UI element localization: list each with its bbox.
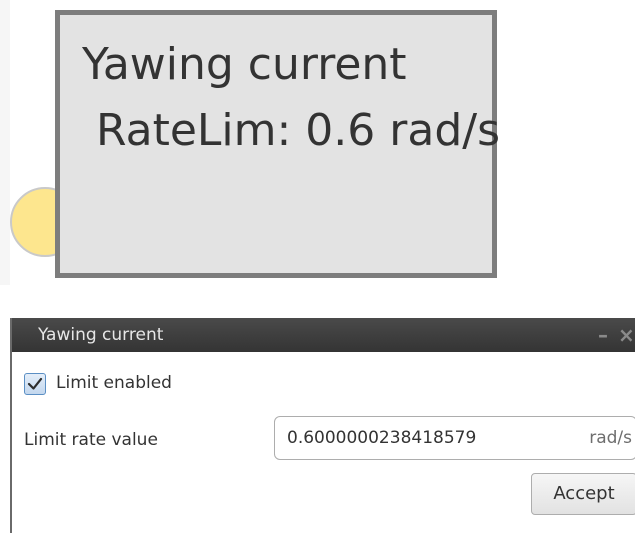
accept-button[interactable]: Accept (531, 473, 635, 515)
limit-rate-value[interactable]: 0.6000000238418579 (287, 428, 476, 448)
limit-enabled-label[interactable]: Limit enabled (56, 373, 172, 393)
close-icon[interactable]: × (618, 323, 635, 347)
dialog-title: Yawing current (38, 325, 164, 345)
yawing-current-node[interactable]: Yawing current RateLim: 0.6 rad/s (55, 10, 500, 278)
node-subtitle: RateLim: 0.6 rad/s (96, 105, 500, 156)
limit-rate-unit: rad/s (589, 428, 632, 448)
canvas-margin (0, 0, 10, 285)
dialog-titlebar[interactable]: Yawing current – × (12, 318, 635, 352)
checkmark-icon (27, 377, 43, 390)
rate-limit-dialog: Yawing current – × Limit enabled Limit r… (10, 318, 635, 533)
minimize-icon[interactable]: – (598, 323, 608, 347)
block-diagram-canvas: Yawing current RateLim: 0.6 rad/s (0, 0, 635, 285)
limit-enabled-checkbox[interactable] (24, 373, 46, 395)
node-title: Yawing current (82, 39, 407, 90)
limit-rate-label: Limit rate value (24, 430, 158, 450)
limit-rate-input[interactable]: 0.6000000238418579 rad/s (274, 416, 635, 460)
